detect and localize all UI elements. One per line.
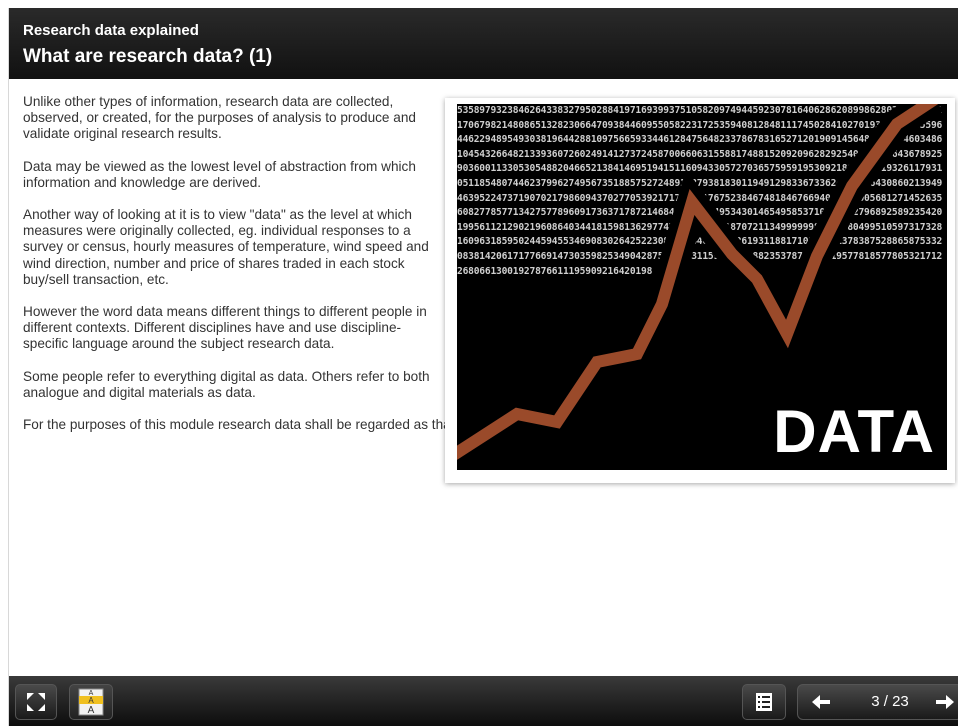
paragraph-4: However the word data means different th… [23, 304, 427, 352]
previous-button[interactable] [804, 689, 838, 715]
arrow-right-icon [936, 695, 954, 709]
paragraph-2: Data may be viewed as the lowest level o… [23, 158, 416, 190]
data-illustration: 5358979323846264338327950288419716939937… [445, 98, 955, 483]
content-text: Unlike other types of information, resea… [23, 94, 921, 449]
slide-frame: Research data explained What are researc… [8, 8, 958, 726]
paragraph-3: Another way of looking at it is to view … [23, 207, 429, 287]
next-button[interactable] [930, 689, 958, 715]
module-title: Research data explained [23, 22, 199, 39]
list-icon [756, 693, 772, 711]
player-toolbar: A A A 3 / 23 [9, 676, 958, 726]
paragraph-1: Unlike other types of information, resea… [23, 94, 416, 142]
fullscreen-icon [27, 693, 45, 711]
slide-header: Research data explained What are researc… [9, 8, 958, 79]
svg-text:A: A [88, 696, 94, 705]
data-word: DATA [773, 398, 935, 465]
page-navigation: 3 / 23 [797, 684, 958, 720]
text-size-button[interactable]: A A A [69, 684, 113, 720]
page-title: What are research data? (1) [23, 46, 273, 67]
page-indicator: 3 / 23 [871, 693, 909, 710]
paragraph-5: Some people refer to everything digital … [23, 368, 430, 400]
arrow-left-icon [812, 695, 830, 709]
fullscreen-button[interactable] [15, 684, 57, 720]
data-image: 5358979323846264338327950288419716939937… [457, 104, 947, 470]
text-size-icon: A A A [78, 688, 104, 716]
menu-button[interactable] [742, 684, 786, 720]
svg-text:A: A [88, 705, 95, 716]
